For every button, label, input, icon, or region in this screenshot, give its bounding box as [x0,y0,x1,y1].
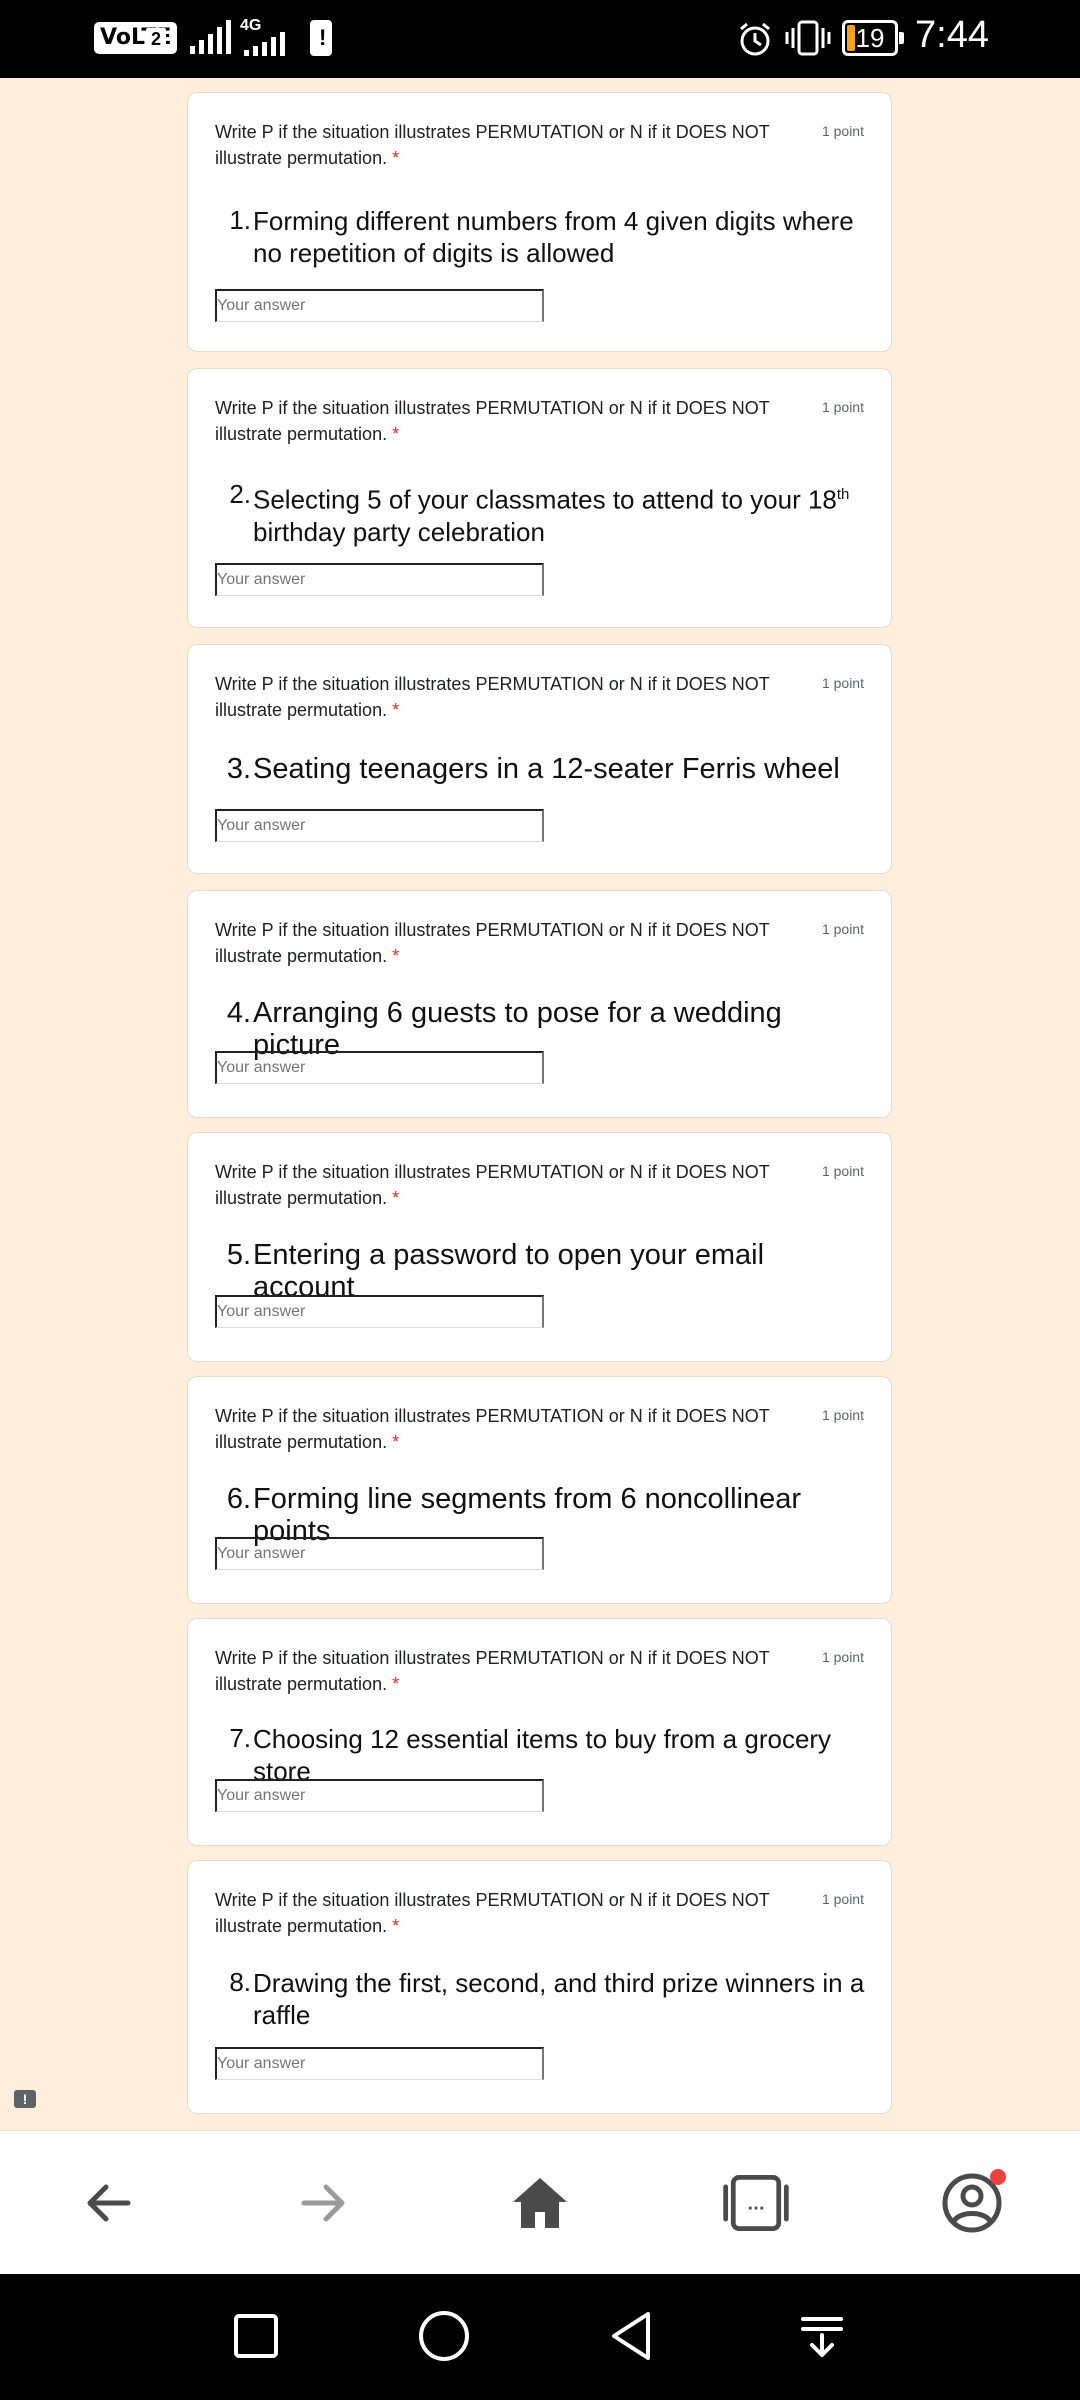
question-text: 1. Forming different numbers from 4 give… [229,205,854,268]
vibrate-icon [785,20,831,56]
question-instruction: Write P if the situation illustrates PER… [215,1648,770,1694]
warning-icon [310,20,332,56]
home-icon[interactable] [504,2167,576,2239]
answer-input[interactable] [215,289,544,322]
question-instruction: Write P if the situation illustrates PER… [215,674,770,720]
points-label: 1 point [821,1649,864,1665]
required-asterisk: * [392,1188,400,1208]
question-card: Write P if the situation illustrates PER… [187,644,892,874]
required-asterisk: * [392,1674,400,1694]
answer-input[interactable] [215,1051,544,1084]
alarm-icon [740,22,770,56]
points-label: 1 point [821,123,864,139]
question-instruction: Write P if the situation illustrates PER… [215,398,770,444]
report-icon[interactable]: ! [14,2090,36,2108]
browser-toolbar: ... [0,2130,1080,2275]
recents-square-icon[interactable] [224,2304,288,2368]
question-text: 7. Choosing 12 essential items to buy fr… [229,1723,832,1786]
battery-icon: 19 [842,20,904,56]
answer-input[interactable] [215,1537,544,1570]
points-label: 1 point [821,399,864,415]
battery-level: 19 [855,23,885,53]
required-asterisk: * [392,1916,400,1936]
tabs-icon[interactable]: ... [720,2167,792,2239]
question-text: 8. Drawing the first, second, and third … [229,1967,865,2030]
signal-strength-icon-2 [244,32,285,70]
answer-input[interactable] [215,1779,544,1812]
required-asterisk: * [392,700,400,720]
points-label: 1 point [821,921,864,937]
points-label: 1 point [821,1407,864,1423]
status-bar: VoLTE 2 4G 19 7:44 [0,0,1080,78]
notification-dot [990,2169,1006,2185]
required-asterisk: * [392,424,400,444]
points-label: 1 point [821,1163,864,1179]
back-triangle-icon[interactable] [600,2304,664,2368]
required-asterisk: * [392,148,400,168]
question-card: Write P if the situation illustrates PER… [187,1132,892,1362]
signal-strength-icon [190,18,231,56]
svg-text:...: ... [747,2196,764,2214]
form-content: Write P if the situation illustrates PER… [0,78,1080,2128]
sim-slot-badge: 2 [146,28,166,50]
answer-input[interactable] [215,1295,544,1328]
required-asterisk: * [392,1432,400,1452]
question-instruction: Write P if the situation illustrates PER… [215,1406,770,1452]
points-label: 1 point [821,675,864,691]
required-asterisk: * [392,946,400,966]
question-card: Write P if the situation illustrates PER… [187,890,892,1118]
question-card: Write P if the situation illustrates PER… [187,368,892,628]
home-circle-icon[interactable] [412,2304,476,2368]
question-card: Write P if the situation illustrates PER… [187,1860,892,2114]
answer-input[interactable] [215,563,544,596]
notification-pulldown-icon[interactable] [790,2304,854,2368]
question-instruction: Write P if the situation illustrates PER… [215,122,770,168]
clock: 7:44 [915,14,989,56]
answer-input[interactable] [215,809,544,842]
back-arrow-icon[interactable] [72,2167,144,2239]
question-text: 5. Entering a password to open your emai… [226,1239,765,1303]
question-instruction: Write P if the situation illustrates PER… [215,920,770,966]
account-icon[interactable] [936,2167,1008,2239]
points-label: 1 point [821,1891,864,1907]
question-card: Write P if the situation illustrates PER… [187,92,892,352]
question-text: 3. Seating teenagers in a 12-seater Ferr… [226,753,840,785]
forward-arrow-icon[interactable] [288,2167,360,2239]
question-card: Write P if the situation illustrates PER… [187,1618,892,1846]
answer-input[interactable] [215,2047,544,2080]
question-text: 2. Selecting 5 of your classmates to att… [229,479,850,547]
question-instruction: Write P if the situation illustrates PER… [215,1162,770,1208]
question-card: Write P if the situation illustrates PER… [187,1376,892,1604]
question-instruction: Write P if the situation illustrates PER… [215,1890,770,1936]
system-nav-bar [0,2274,1080,2400]
